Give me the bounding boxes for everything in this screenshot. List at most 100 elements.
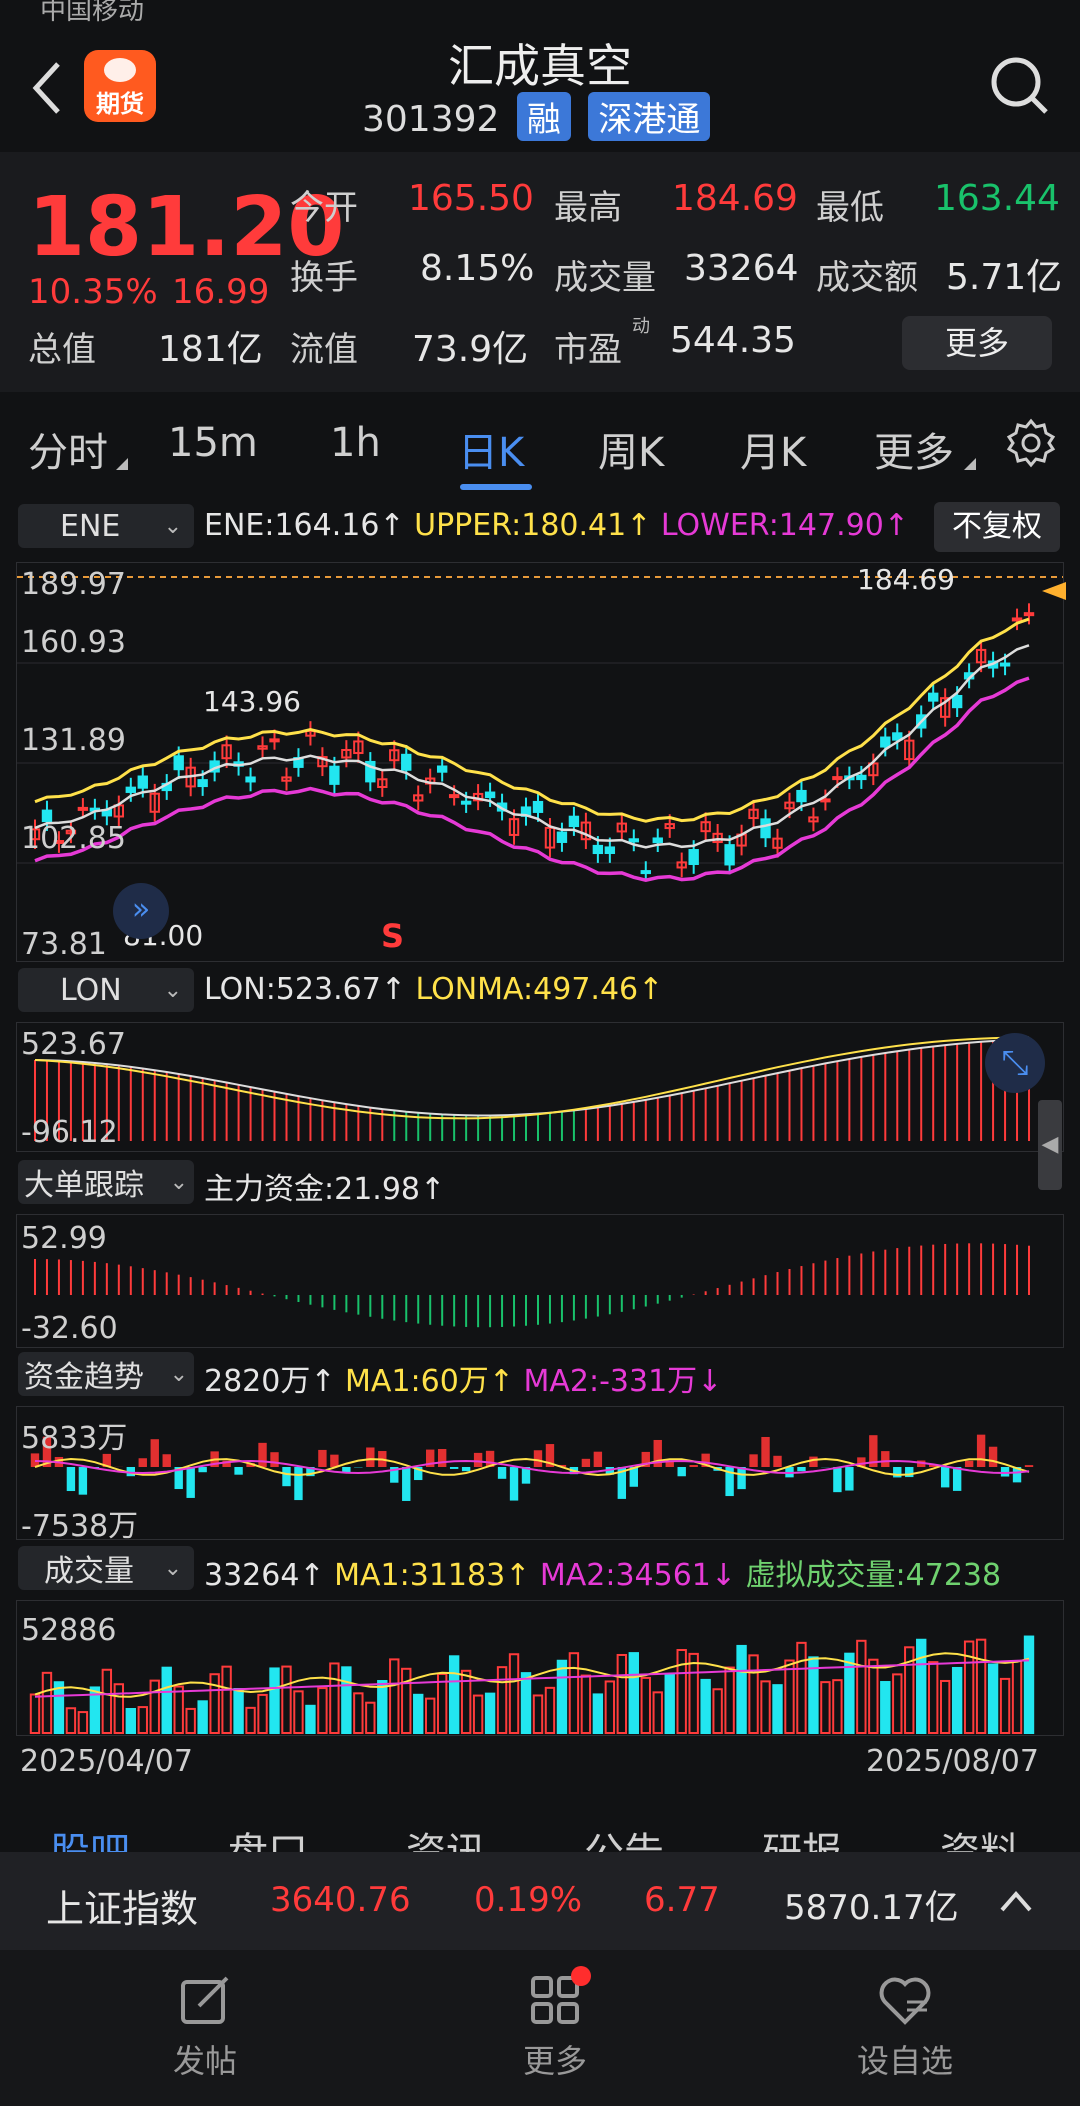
- bigorder-indicator-name: 大单跟踪: [24, 1168, 144, 1203]
- tab-15m[interactable]: 15m: [168, 420, 258, 466]
- field-pe-value: 544.35: [670, 320, 796, 361]
- content-tab-news[interactable]: 资讯: [406, 1820, 486, 1852]
- candle-body: [41, 809, 53, 823]
- candle-body: [628, 838, 639, 843]
- fundtrend-ma2: MA2:-331万↓: [523, 1364, 723, 1399]
- volume-bar: [987, 1663, 999, 1734]
- field-turnover-value: 8.15%: [420, 248, 535, 289]
- high-price-label: 184.69: [857, 563, 955, 596]
- y-label-1: 189.97: [21, 567, 126, 602]
- candle-body: [197, 779, 208, 788]
- tab-daily[interactable]: 日K: [458, 420, 524, 478]
- fund-trend-chart[interactable]: 5833万 -7538万: [16, 1406, 1064, 1544]
- bigorder-indicator-select[interactable]: 大单跟踪 ⌄: [18, 1160, 194, 1204]
- fund-trend-bar: [833, 1467, 842, 1493]
- volume-bar: [269, 1667, 280, 1734]
- search-icon[interactable]: [990, 56, 1050, 116]
- tab-1h[interactable]: 1h: [330, 420, 381, 466]
- volume-bar: [401, 1667, 412, 1734]
- index-bar[interactable]: 上证指数 3640.76 0.19% 6.77 5870.17亿: [0, 1852, 1080, 1950]
- nav-more[interactable]: 更多: [500, 1966, 610, 2092]
- big-order-chart[interactable]: 52.99 -32.60: [16, 1214, 1064, 1348]
- field-pe-super: 动: [632, 316, 650, 337]
- gear-icon[interactable]: [1006, 418, 1056, 468]
- upper-value: UPPER:180.41↑: [414, 508, 652, 543]
- content-tab-guba[interactable]: 股吧: [50, 1820, 130, 1852]
- bigorder-svg: [33, 1243, 1031, 1328]
- quote-panel: 181.20 10.35% 16.99 总值 181亿 今开 165.50 最高…: [0, 152, 1080, 392]
- tab-monthly[interactable]: 月K: [740, 420, 806, 478]
- change-amount: 16.99: [172, 272, 270, 312]
- chevron-up-icon[interactable]: [996, 1886, 1036, 1916]
- adjust-button[interactable]: 不复权: [934, 502, 1060, 552]
- side-drawer-handle[interactable]: ◀: [1038, 1100, 1062, 1190]
- candle-body: [832, 776, 843, 781]
- volume-bar: [928, 1661, 939, 1734]
- lon-indicator-select[interactable]: LON ⌄: [18, 968, 194, 1012]
- content-tab-profile[interactable]: 资料: [940, 1820, 1020, 1852]
- edit-icon: [177, 1972, 233, 2028]
- volume-ma2-line: [34, 1659, 1030, 1698]
- volume-bar: [113, 1683, 125, 1734]
- field-high-value: 184.69: [672, 178, 798, 219]
- main-indicator-name: ENE: [60, 508, 121, 544]
- date-start: 2025/04/07: [20, 1744, 193, 1779]
- lon-chart[interactable]: 523.67 -96.12 ⤡: [16, 1022, 1064, 1152]
- fund-trend-bar: [773, 1455, 782, 1467]
- expand-left-icon[interactable]: »: [113, 883, 169, 939]
- ene-value: ENE:164.16↑: [204, 508, 405, 543]
- volume-bar: [652, 1691, 663, 1734]
- volume-bar: [1011, 1660, 1023, 1735]
- fund-trend-bar: [402, 1467, 411, 1501]
- volume-indicator-select[interactable]: 成交量 ⌄: [18, 1546, 194, 1590]
- total-value: 181亿: [158, 329, 263, 370]
- content-tab-report[interactable]: 研报: [762, 1820, 842, 1852]
- volume-bar: [664, 1673, 675, 1734]
- content-tab-pankou[interactable]: 盘口: [228, 1820, 308, 1852]
- volume-bar: [532, 1694, 544, 1734]
- main-kline-chart[interactable]: 189.97 160.93 131.89 102.85 73.81 184.69…: [16, 562, 1064, 962]
- content-tab-notice[interactable]: 公告: [584, 1820, 664, 1852]
- notification-dot: [571, 1966, 591, 1986]
- fundtrend-indicator-select[interactable]: 资金趋势 ⌄: [18, 1352, 194, 1396]
- tab-more[interactable]: 更多: [874, 420, 954, 478]
- field-low-label: 最低: [816, 188, 884, 228]
- volume-bar: [1023, 1635, 1035, 1734]
- volume-bar: [496, 1666, 508, 1734]
- candle-body: [568, 815, 580, 828]
- volume-bar: [413, 1693, 424, 1734]
- volume-bar: [185, 1707, 196, 1734]
- index-change: 6.77: [644, 1880, 720, 1920]
- candle-body: [484, 791, 496, 799]
- chevron-down-icon: ⌄: [163, 513, 182, 539]
- candle-body: [688, 849, 699, 865]
- volume-svg: [29, 1635, 1035, 1735]
- fullscreen-icon[interactable]: ⤡: [985, 1033, 1045, 1093]
- volume-chart[interactable]: 52886: [16, 1600, 1064, 1736]
- main-indicator-select[interactable]: ENE ⌄: [18, 504, 194, 548]
- candle-body: [856, 774, 867, 781]
- tab-intraday[interactable]: 分时: [28, 420, 108, 478]
- nav-watchlist[interactable]: 设自选: [850, 1972, 960, 2092]
- field-volume-label: 成交量: [554, 258, 656, 298]
- volume-bar: [520, 1672, 532, 1734]
- chevron-down-icon: ⌄: [169, 1169, 188, 1195]
- field-float-label: 流值: [290, 330, 358, 370]
- volume-bar: [820, 1681, 831, 1735]
- volume-bar: [472, 1694, 484, 1734]
- nav-post[interactable]: 发帖: [150, 1972, 260, 2092]
- volume-bar: [604, 1680, 616, 1734]
- index-name: 上证指数: [46, 1887, 199, 1931]
- fund-trend-bar: [282, 1467, 291, 1487]
- volume-bar: [233, 1688, 244, 1734]
- field-high-label: 最高: [554, 188, 622, 228]
- candle-body: [460, 800, 472, 805]
- tab-weekly[interactable]: 周K: [598, 420, 664, 478]
- volume-indicator-name: 成交量: [44, 1554, 134, 1589]
- index-pct: 0.19%: [474, 1880, 583, 1920]
- fundtrend-y-top: 5833万: [21, 1421, 128, 1456]
- lonma-value: LONMA:497.46↑: [415, 972, 664, 1007]
- more-button[interactable]: 更多: [902, 316, 1052, 370]
- volume-bar: [257, 1693, 268, 1735]
- volume-bar: [628, 1652, 639, 1734]
